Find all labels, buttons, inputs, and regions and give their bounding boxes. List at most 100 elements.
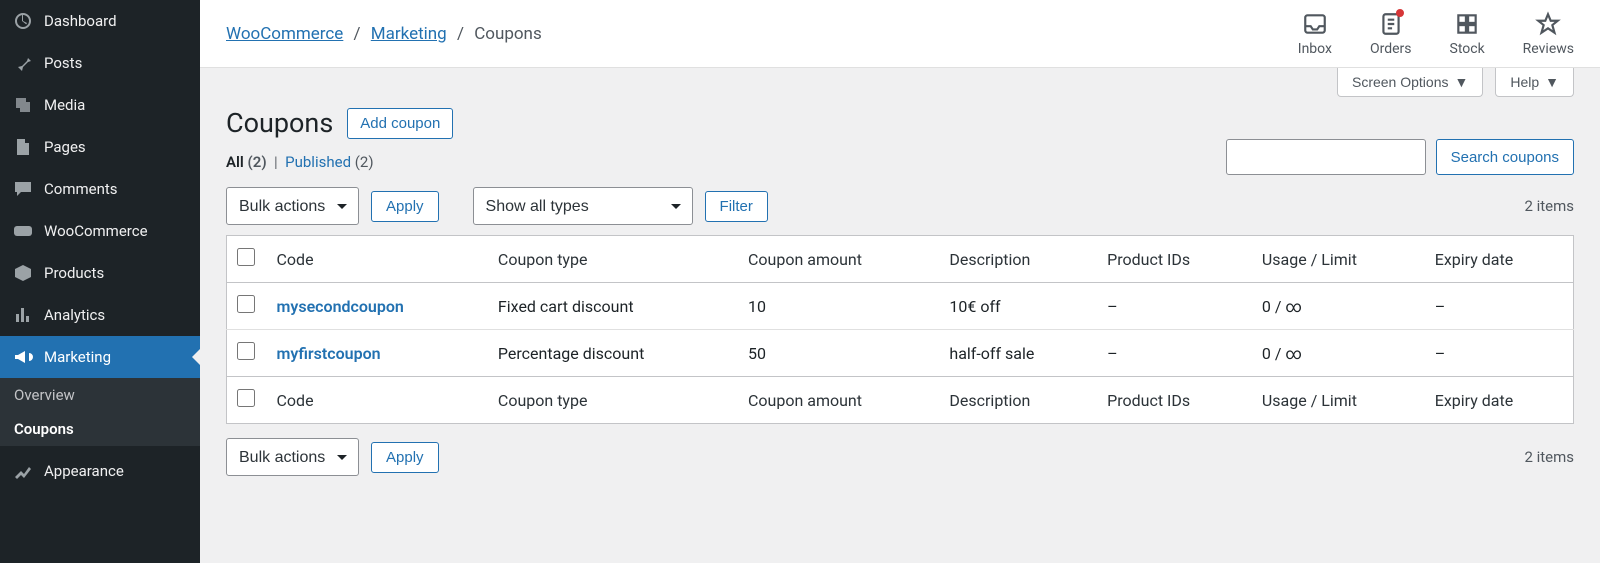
cell-type: Fixed cart discount [488,283,738,330]
add-coupon-button[interactable]: Add coupon [347,108,453,139]
main-area: WooCommerce / Marketing / Coupons Inbox … [200,0,1600,563]
breadcrumb-marketing[interactable]: Marketing [371,24,447,44]
screen-options-label: Screen Options [1352,74,1449,90]
dashboard-icon [12,10,34,32]
pages-icon [12,136,34,158]
tablenav-bottom: Bulk actions Apply 2 items [226,438,1574,476]
cell-expiry: – [1425,330,1574,377]
col-description: Description [939,236,1097,283]
breadcrumb-sep: / [457,24,464,44]
cell-product-ids: – [1097,283,1252,330]
row-checkbox[interactable] [237,295,255,313]
cell-product-ids: – [1097,330,1252,377]
col-usage: Usage / Limit [1252,236,1425,283]
search-coupons-button[interactable]: Search coupons [1436,139,1574,175]
stock-button[interactable]: Stock [1450,11,1485,57]
sidebar-item-label: Appearance [44,462,124,480]
inbox-button[interactable]: Inbox [1298,11,1332,57]
topbar-icons: Inbox Orders Stock Reviews [1298,11,1574,57]
select-all-checkbox[interactable] [237,248,255,266]
appearance-icon [12,460,34,482]
analytics-icon [12,304,34,326]
breadcrumb-sep: / [354,24,361,44]
help-button[interactable]: Help ▼ [1495,68,1574,97]
sidebar-item-posts[interactable]: Posts [0,42,200,84]
topbar: WooCommerce / Marketing / Coupons Inbox … [200,0,1600,68]
items-count-top: 2 items [1524,197,1574,215]
sidebar-item-label: Products [44,264,104,282]
coupon-code-link[interactable]: myfirstcoupon [277,344,381,363]
row-checkbox[interactable] [237,342,255,360]
apply-bulk-button[interactable]: Apply [371,191,439,222]
search-row: Search coupons [226,139,1574,175]
sidebar-item-products[interactable]: Products [0,252,200,294]
breadcrumb-woocommerce[interactable]: WooCommerce [226,24,343,44]
coupon-code-link[interactable]: mysecondcoupon [277,297,404,316]
filter-all[interactable]: All (2) [226,153,270,171]
content: Coupons Add coupon All (2) | Published (… [200,97,1600,563]
cell-description: half-off sale [939,330,1097,377]
filter-all-label: All [226,153,244,171]
sidebar-item-appearance[interactable]: Appearance [0,450,200,492]
sidebar-subitem-overview[interactable]: Overview [0,378,200,412]
reviews-button[interactable]: Reviews [1523,11,1574,57]
sidebar-item-comments[interactable]: Comments [0,168,200,210]
sidebar-item-analytics[interactable]: Analytics [0,294,200,336]
cell-usage: 0 / ∞ [1252,283,1425,330]
cell-amount: 50 [738,330,939,377]
cell-description: 10€ off [939,283,1097,330]
sidebar-item-label: Dashboard [44,12,117,30]
sidebar-item-label: Analytics [44,306,105,324]
filter-button[interactable]: Filter [705,191,768,222]
breadcrumb: WooCommerce / Marketing / Coupons [226,24,542,44]
sidebar-item-dashboard[interactable]: Dashboard [0,0,200,42]
bulk-actions-select-bottom[interactable]: Bulk actions [226,438,359,476]
topbar-label: Orders [1370,41,1412,57]
woocommerce-icon [12,220,34,242]
table-row: mysecondcoupon Fixed cart discount 10 10… [227,283,1574,330]
sidebar-item-label: Posts [44,54,82,72]
cell-usage: 0 / ∞ [1252,330,1425,377]
page-title: Coupons [226,107,333,139]
filter-published[interactable]: Published [285,153,355,171]
col-code[interactable]: Code [267,377,488,424]
search-input[interactable] [1226,139,1426,175]
coupon-type-filter-select[interactable]: Show all types [473,187,693,225]
col-amount: Coupon amount [738,236,939,283]
apply-bulk-button-bottom[interactable]: Apply [371,442,439,473]
sidebar-item-marketing[interactable]: Marketing [0,336,200,378]
media-icon [12,94,34,116]
sidebar-subitem-label: Overview [14,386,75,404]
chevron-down-icon: ▼ [1454,74,1468,90]
filter-published-count: (2) [355,153,374,171]
col-code[interactable]: Code [267,236,488,283]
comments-icon [12,178,34,200]
coupons-table: Code Coupon type Coupon amount Descripti… [226,235,1574,424]
sidebar-item-media[interactable]: Media [0,84,200,126]
col-amount: Coupon amount [738,377,939,424]
cell-expiry: – [1425,283,1574,330]
table-footer-row: Code Coupon type Coupon amount Descripti… [227,377,1574,424]
col-description: Description [939,377,1097,424]
bulk-actions-select[interactable]: Bulk actions [226,187,359,225]
col-expiry: Expiry date [1425,377,1574,424]
items-count-bottom: 2 items [1524,448,1574,466]
admin-sidebar: Dashboard Posts Media Pages Comments Woo… [0,0,200,563]
sidebar-item-label: Marketing [44,348,111,366]
select-all-checkbox-bottom[interactable] [237,389,255,407]
col-type: Coupon type [488,377,738,424]
help-label: Help [1510,74,1539,90]
topbar-label: Stock [1450,41,1485,57]
pin-icon [12,52,34,74]
orders-button[interactable]: Orders [1370,11,1412,57]
breadcrumb-current: Coupons [474,24,542,44]
col-expiry: Expiry date [1425,236,1574,283]
sidebar-subitem-coupons[interactable]: Coupons [0,412,200,446]
notification-dot-icon [1396,9,1404,17]
page-header: Coupons Add coupon [226,107,1574,139]
table-header-row: Code Coupon type Coupon amount Descripti… [227,236,1574,283]
sidebar-item-pages[interactable]: Pages [0,126,200,168]
screen-options-button[interactable]: Screen Options ▼ [1337,68,1483,97]
sidebar-item-woocommerce[interactable]: WooCommerce [0,210,200,252]
col-type: Coupon type [488,236,738,283]
